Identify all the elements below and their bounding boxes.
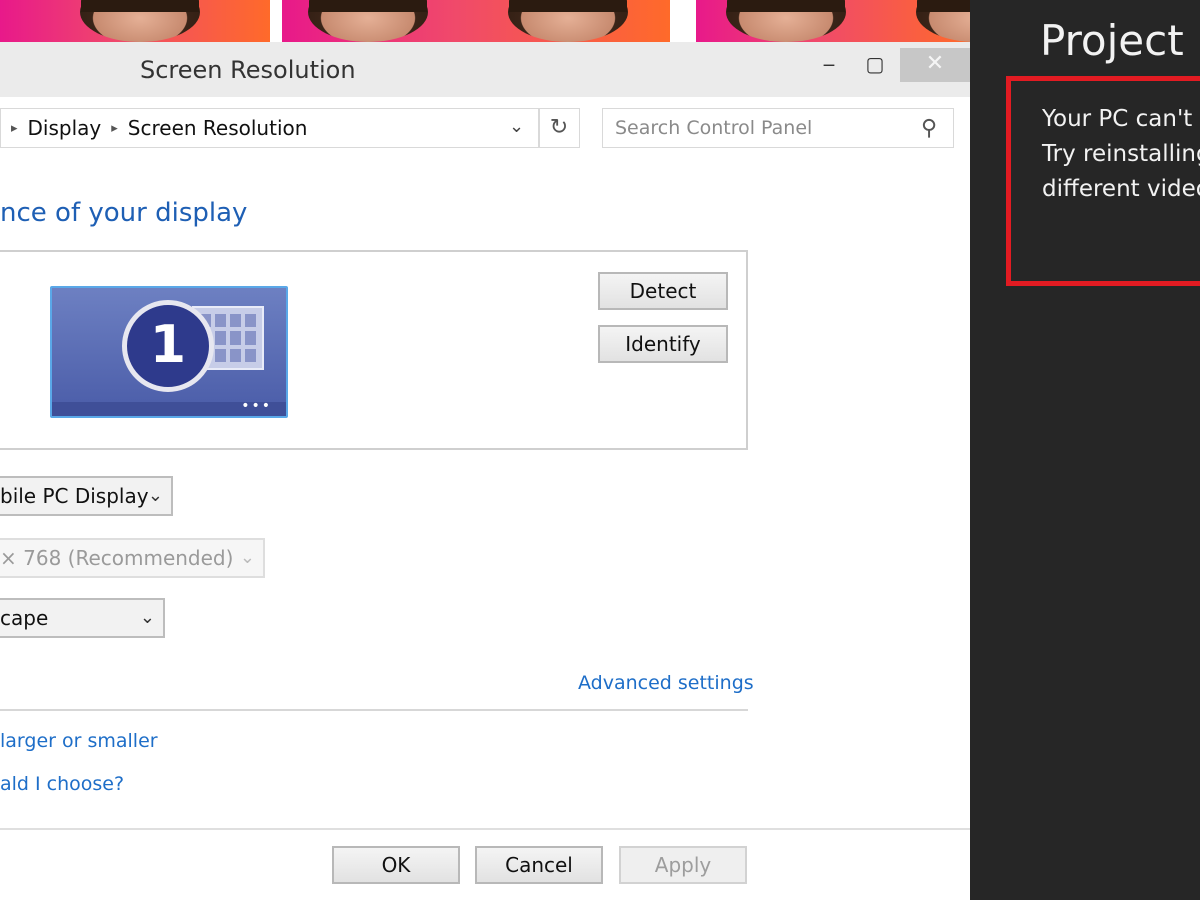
refresh-icon[interactable]: ↻: [538, 108, 580, 148]
orientation-select-value: cape: [0, 606, 49, 630]
chevron-down-icon: ⌄: [239, 547, 255, 568]
close-button[interactable]: ✕: [900, 48, 970, 82]
screen-resolution-window: Screen Resolution ‒ ▢ ✕ ▸ Display ▸ Scre…: [0, 42, 970, 900]
search-input[interactable]: [615, 115, 905, 141]
breadcrumb-display[interactable]: Display: [28, 116, 102, 140]
monitor-icon[interactable]: 1 •••: [50, 286, 288, 418]
search-icon[interactable]: ⚲: [921, 116, 937, 141]
photo-thumbnail: [282, 0, 670, 42]
project-panel: Project Your PC can't Try reinstalling d…: [970, 0, 1200, 900]
maximize-button[interactable]: ▢: [858, 48, 892, 82]
monitor-number: 1: [122, 300, 214, 392]
breadcrumb-screen-resolution[interactable]: Screen Resolution: [128, 116, 308, 140]
window-title: Screen Resolution: [140, 56, 356, 84]
minimize-button[interactable]: ‒: [812, 48, 846, 82]
breadcrumb-separator: ▸: [11, 120, 18, 136]
identify-button[interactable]: Identify: [598, 325, 728, 363]
detect-button[interactable]: Detect: [598, 272, 728, 310]
chevron-down-icon: ⌄: [139, 607, 155, 628]
address-bar[interactable]: ▸ Display ▸ Screen Resolution ⌄: [0, 108, 540, 148]
more-icon: •••: [241, 398, 272, 414]
cancel-button[interactable]: Cancel: [475, 846, 603, 884]
project-title: Project: [1040, 16, 1184, 65]
chevron-down-icon[interactable]: ⌄: [509, 116, 524, 137]
resolution-select: × 768 (Recommended) ⌄: [0, 538, 265, 578]
chevron-down-icon: ⌄: [147, 485, 163, 506]
breadcrumb-separator: ▸: [111, 120, 118, 136]
apply-button: Apply: [619, 846, 747, 884]
ok-button[interactable]: OK: [332, 846, 460, 884]
photo-strip: [0, 0, 970, 42]
search-box[interactable]: ⚲: [602, 108, 954, 148]
resolution-select-value: × 768 (Recommended): [0, 546, 234, 570]
title-bar[interactable]: Screen Resolution ‒ ▢ ✕: [0, 42, 970, 97]
which-settings-link[interactable]: ald I choose?: [0, 773, 124, 795]
orientation-select[interactable]: cape ⌄: [0, 598, 165, 638]
photo-thumbnail: [0, 0, 270, 42]
error-message-line: different video: [1042, 176, 1200, 202]
error-message-line: Try reinstalling: [1042, 141, 1200, 167]
display-select[interactable]: bile PC Display ⌄: [0, 476, 173, 516]
page-heading: nce of your display: [0, 198, 248, 228]
error-message-line: Your PC can't: [1042, 106, 1193, 132]
display-select-value: bile PC Display: [0, 484, 149, 508]
divider: [0, 709, 748, 711]
text-size-link[interactable]: larger or smaller: [0, 730, 158, 752]
advanced-settings-link[interactable]: Advanced settings: [578, 672, 754, 694]
photo-thumbnail: [696, 0, 970, 42]
